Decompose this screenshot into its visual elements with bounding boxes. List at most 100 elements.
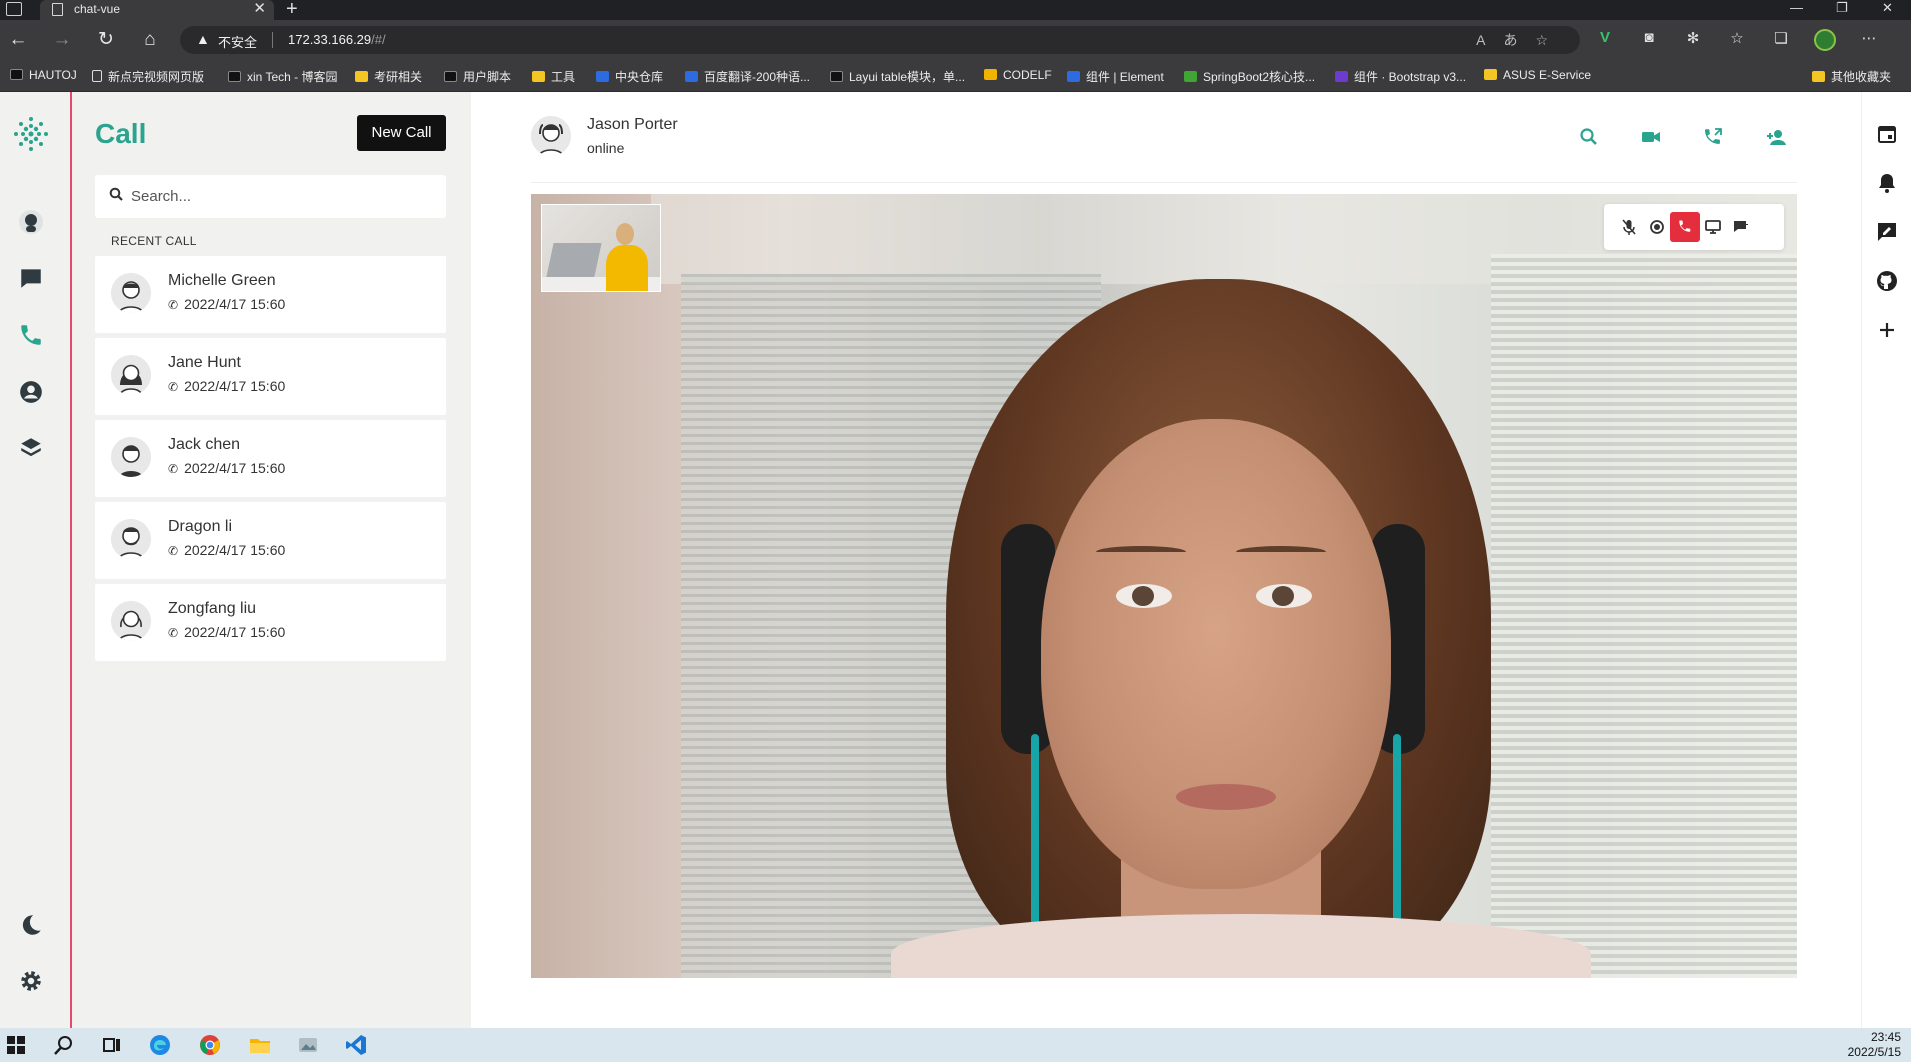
record-icon[interactable] [1642, 212, 1672, 242]
user-icon[interactable] [18, 379, 44, 405]
restore-icon[interactable]: ❐ [1836, 0, 1848, 16]
search-input[interactable] [131, 175, 431, 218]
plus-icon[interactable] [1875, 318, 1899, 342]
extension-v-icon[interactable]: V [1594, 29, 1616, 51]
new-call-button[interactable]: New Call [357, 115, 446, 151]
favorite-add-icon[interactable]: ☆ [1535, 32, 1566, 48]
collections-icon[interactable]: ❏ [1770, 29, 1792, 51]
gear-icon[interactable] [18, 968, 44, 994]
video-background-blinds [1491, 254, 1797, 978]
search-box [95, 175, 446, 218]
close-tab-icon[interactable]: ✕ [253, 0, 266, 18]
bookmark-item[interactable]: SpringBoot2核心技... [1184, 68, 1315, 85]
phone-icon[interactable] [18, 322, 44, 348]
avatar-icon[interactable] [18, 209, 44, 235]
file-explorer-icon[interactable] [248, 1033, 272, 1057]
mic-off-icon[interactable] [1614, 212, 1644, 242]
extension-mask-icon[interactable]: ◙ [1638, 29, 1660, 51]
call-list-item[interactable]: Jack chen ✆ 2022/4/17 15:60 [95, 420, 446, 497]
add-user-icon[interactable] [1766, 126, 1788, 148]
tab-title: chat-vue [74, 2, 121, 16]
page-icon [52, 3, 63, 16]
section-label: RECENT CALL [111, 234, 197, 248]
call-list-item[interactable]: Jane Hunt ✆ 2022/4/17 15:60 [95, 338, 446, 415]
page-title: Call [95, 118, 147, 149]
bookmark-item[interactable]: 考研相关 [355, 68, 422, 85]
bookmark-item[interactable]: Layui table模块，单... [830, 68, 965, 85]
github-icon[interactable] [1875, 269, 1899, 293]
insecure-label: 不安全 [218, 35, 258, 50]
bookmark-item[interactable]: 其他收藏夹 [1812, 68, 1891, 85]
remote-video[interactable] [531, 194, 1797, 978]
avatar [111, 437, 151, 477]
contact-name: Jane Hunt [168, 354, 241, 371]
call-list-item[interactable]: Dragon li ✆ 2022/4/17 15:60 [95, 502, 446, 579]
read-aloud-icon[interactable]: A [1476, 32, 1503, 48]
bookmarks-bar: HAUTOJ 新点完视频网页版 xin Tech - 博客园 考研相关 用户脚本… [0, 60, 1911, 92]
layers-icon[interactable] [18, 435, 44, 461]
moon-icon[interactable] [18, 912, 44, 938]
call-list-item[interactable]: Michelle Green ✆ 2022/4/17 15:60 [95, 256, 446, 333]
new-tab-icon[interactable]: + [286, 0, 298, 21]
bell-icon[interactable] [1875, 171, 1899, 195]
minimize-icon[interactable]: — [1790, 0, 1803, 15]
reload-icon[interactable]: ↻ [94, 28, 118, 52]
address-bar-icons: Aあ☆ [1476, 30, 1566, 50]
pip-person-head [616, 223, 634, 245]
chrome-browser-icon[interactable] [198, 1033, 222, 1057]
calendar-icon[interactable] [1875, 122, 1899, 146]
video-person-face [1041, 419, 1391, 889]
back-icon[interactable]: ← [6, 28, 30, 52]
contact-name: Zongfang liu [168, 600, 257, 617]
call-meta: ✆ 2022/4/17 15:60 [168, 378, 285, 394]
bookmark-item[interactable]: 百度翻译-200种语... [685, 68, 810, 85]
bookmark-item[interactable]: 中央仓库 [596, 68, 663, 85]
bookmark-item[interactable]: 工具 [532, 68, 575, 85]
phone-forward-icon[interactable] [1702, 126, 1724, 148]
screen-share-icon[interactable] [1698, 212, 1728, 242]
search-icon[interactable] [52, 1033, 76, 1057]
bookmark-item[interactable]: 组件 | Element [1067, 68, 1164, 85]
tab-actions-icon[interactable] [6, 2, 22, 16]
vscode-icon[interactable] [344, 1033, 368, 1057]
self-preview-video[interactable] [541, 204, 661, 292]
url-text: 172.33.166.29/#/ [288, 32, 386, 47]
profile-icon[interactable] [1814, 29, 1836, 51]
avatar [111, 601, 151, 641]
chat-icon[interactable] [18, 265, 44, 291]
header-divider [531, 182, 1797, 183]
windows-start-icon[interactable] [4, 1033, 28, 1057]
hang-up-icon[interactable] [1670, 212, 1700, 242]
bookmark-item[interactable]: 新点完视频网页版 [92, 68, 204, 85]
bookmark-item[interactable]: 组件 · Bootstrap v3... [1335, 68, 1466, 85]
translate-icon[interactable]: あ [1503, 32, 1535, 48]
bookmark-item[interactable]: HAUTOJ [10, 68, 77, 82]
call-icon: ✆ [168, 626, 179, 640]
contact-avatar[interactable] [531, 116, 571, 156]
browser-toolbar: V ◙ ✻ ☆ ❏ ⋯ [1594, 29, 1880, 51]
edge-browser-icon[interactable] [148, 1033, 172, 1057]
browser-tab[interactable]: chat-vue ✕ [40, 0, 274, 20]
home-icon[interactable]: ⌂ [138, 28, 162, 52]
bookmark-item[interactable]: ASUS E-Service [1484, 68, 1591, 82]
more-icon[interactable]: ⋯ [1858, 29, 1880, 51]
forward-icon[interactable]: → [50, 28, 74, 52]
search-icon[interactable] [1578, 126, 1600, 148]
video-camera-icon[interactable] [1640, 126, 1662, 148]
address-bar[interactable]: ▲ 不安全 172.33.166.29/#/ Aあ☆ [180, 26, 1580, 54]
extensions-icon[interactable]: ✻ [1682, 29, 1704, 51]
favorites-icon[interactable]: ☆ [1726, 29, 1748, 51]
bookmark-item[interactable]: 用户脚本 [444, 68, 511, 85]
call-list-item[interactable]: Zongfang liu ✆ 2022/4/17 15:60 [95, 584, 446, 661]
bookmark-item[interactable]: CODELF [984, 68, 1052, 82]
task-view-icon[interactable] [100, 1033, 124, 1057]
message-edit-icon[interactable] [1875, 220, 1899, 244]
photos-app-icon[interactable] [296, 1033, 320, 1057]
call-meta: ✆ 2022/4/17 15:60 [168, 296, 285, 312]
chat-bubble-icon[interactable] [1726, 212, 1756, 242]
close-window-icon[interactable]: ✕ [1882, 0, 1893, 16]
call-time: 2022/4/17 15:60 [184, 378, 286, 394]
bookmark-item[interactable]: xin Tech - 博客园 [228, 68, 337, 85]
app-logo-icon[interactable] [13, 116, 49, 152]
system-clock[interactable]: 23:45 2022/5/15 [1848, 1030, 1901, 1060]
